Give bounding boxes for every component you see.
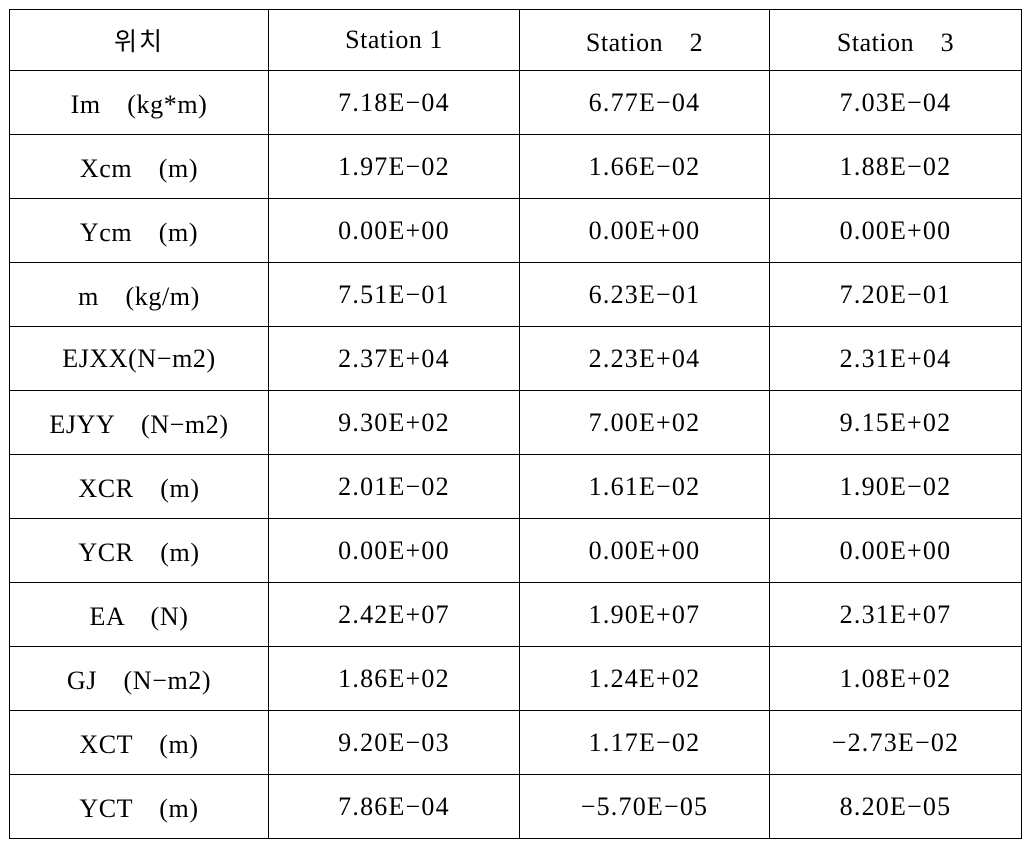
page-root: 위치 Station 1 Station 2 Station 3 Im (kg*… bbox=[0, 0, 1029, 846]
value-cell-station-1: 7.86E−04 bbox=[268, 774, 520, 839]
value-cell-station-2: 1.90E+07 bbox=[519, 582, 770, 647]
column-header-station-1: Station 1 bbox=[268, 9, 520, 71]
table-row: EJYY (N−m2) 9.30E+02 7.00E+02 9.15E+02 bbox=[9, 390, 1022, 455]
table-row: GJ (N−m2) 1.86E+02 1.24E+02 1.08E+02 bbox=[9, 646, 1022, 711]
table-row: XCT (m) 9.20E−03 1.17E−02 −2.73E−02 bbox=[9, 710, 1022, 775]
table-header: 위치 Station 1 Station 2 Station 3 bbox=[9, 9, 1022, 71]
column-header-station-2: Station 2 bbox=[519, 9, 770, 71]
value-cell-station-1: 2.01E−02 bbox=[268, 454, 520, 519]
value-cell-station-1: 7.51E−01 bbox=[268, 262, 520, 327]
table-row: m (kg/m) 7.51E−01 6.23E−01 7.20E−01 bbox=[9, 262, 1022, 327]
row-label-cell: XCT (m) bbox=[9, 710, 269, 775]
value-cell-station-2: 1.24E+02 bbox=[519, 646, 770, 711]
value-cell-station-1: 0.00E+00 bbox=[268, 198, 520, 263]
row-label-cell: YCR (m) bbox=[9, 518, 269, 583]
table-row: Xcm (m) 1.97E−02 1.66E−02 1.88E−02 bbox=[9, 134, 1022, 199]
value-cell-station-1: 2.37E+04 bbox=[268, 326, 520, 391]
value-cell-station-3: 7.03E−04 bbox=[769, 70, 1022, 135]
value-cell-station-3: 2.31E+07 bbox=[769, 582, 1022, 647]
value-cell-station-3: 2.31E+04 bbox=[769, 326, 1022, 391]
value-cell-station-3: 1.90E−02 bbox=[769, 454, 1022, 519]
value-cell-station-2: 1.61E−02 bbox=[519, 454, 770, 519]
section-properties-table: 위치 Station 1 Station 2 Station 3 Im (kg*… bbox=[9, 9, 1022, 839]
row-label-cell: EJYY (N−m2) bbox=[9, 390, 269, 455]
row-label-cell: GJ (N−m2) bbox=[9, 646, 269, 711]
row-label-cell: Ycm (m) bbox=[9, 198, 269, 263]
row-label-cell: XCR (m) bbox=[9, 454, 269, 519]
value-cell-station-3: −2.73E−02 bbox=[769, 710, 1022, 775]
value-cell-station-3: 0.00E+00 bbox=[769, 518, 1022, 583]
row-label-cell: Im (kg*m) bbox=[9, 70, 269, 135]
value-cell-station-2: 7.00E+02 bbox=[519, 390, 770, 455]
value-cell-station-1: 1.97E−02 bbox=[268, 134, 520, 199]
value-cell-station-1: 7.18E−04 bbox=[268, 70, 520, 135]
value-cell-station-3: 1.88E−02 bbox=[769, 134, 1022, 199]
value-cell-station-1: 1.86E+02 bbox=[268, 646, 520, 711]
table-row: Ycm (m) 0.00E+00 0.00E+00 0.00E+00 bbox=[9, 198, 1022, 263]
value-cell-station-1: 9.30E+02 bbox=[268, 390, 520, 455]
value-cell-station-3: 7.20E−01 bbox=[769, 262, 1022, 327]
value-cell-station-2: 0.00E+00 bbox=[519, 198, 770, 263]
table-body: Im (kg*m) 7.18E−04 6.77E−04 7.03E−04 Xcm (m)… bbox=[9, 70, 1022, 839]
row-label-cell: EJXX(N−m2) bbox=[9, 326, 269, 391]
row-label-cell: m (kg/m) bbox=[9, 262, 269, 327]
table-row: EA (N) 2.42E+07 1.90E+07 2.31E+07 bbox=[9, 582, 1022, 647]
table-row: YCT (m) 7.86E−04 −5.70E−05 8.20E−05 bbox=[9, 774, 1022, 839]
column-header-station-3: Station 3 bbox=[769, 9, 1022, 71]
value-cell-station-1: 0.00E+00 bbox=[268, 518, 520, 583]
value-cell-station-2: 6.23E−01 bbox=[519, 262, 770, 327]
value-cell-station-2: 0.00E+00 bbox=[519, 518, 770, 583]
value-cell-station-2: 2.23E+04 bbox=[519, 326, 770, 391]
table-header-row: 위치 Station 1 Station 2 Station 3 bbox=[9, 9, 1022, 71]
value-cell-station-1: 9.20E−03 bbox=[268, 710, 520, 775]
table-row: XCR (m) 2.01E−02 1.61E−02 1.90E−02 bbox=[9, 454, 1022, 519]
row-label-cell: EA (N) bbox=[9, 582, 269, 647]
value-cell-station-2: 6.77E−04 bbox=[519, 70, 770, 135]
table-row: YCR (m) 0.00E+00 0.00E+00 0.00E+00 bbox=[9, 518, 1022, 583]
value-cell-station-3: 1.08E+02 bbox=[769, 646, 1022, 711]
value-cell-station-3: 0.00E+00 bbox=[769, 198, 1022, 263]
value-cell-station-3: 8.20E−05 bbox=[769, 774, 1022, 839]
row-label-cell: Xcm (m) bbox=[9, 134, 269, 199]
table-row: Im (kg*m) 7.18E−04 6.77E−04 7.03E−04 bbox=[9, 70, 1022, 135]
value-cell-station-3: 9.15E+02 bbox=[769, 390, 1022, 455]
value-cell-station-2: 1.17E−02 bbox=[519, 710, 770, 775]
column-header-location: 위치 bbox=[9, 9, 269, 71]
row-label-cell: YCT (m) bbox=[9, 774, 269, 839]
value-cell-station-2: 1.66E−02 bbox=[519, 134, 770, 199]
table-row: EJXX(N−m2) 2.37E+04 2.23E+04 2.31E+04 bbox=[9, 326, 1022, 391]
value-cell-station-2: −5.70E−05 bbox=[519, 774, 770, 839]
value-cell-station-1: 2.42E+07 bbox=[268, 582, 520, 647]
